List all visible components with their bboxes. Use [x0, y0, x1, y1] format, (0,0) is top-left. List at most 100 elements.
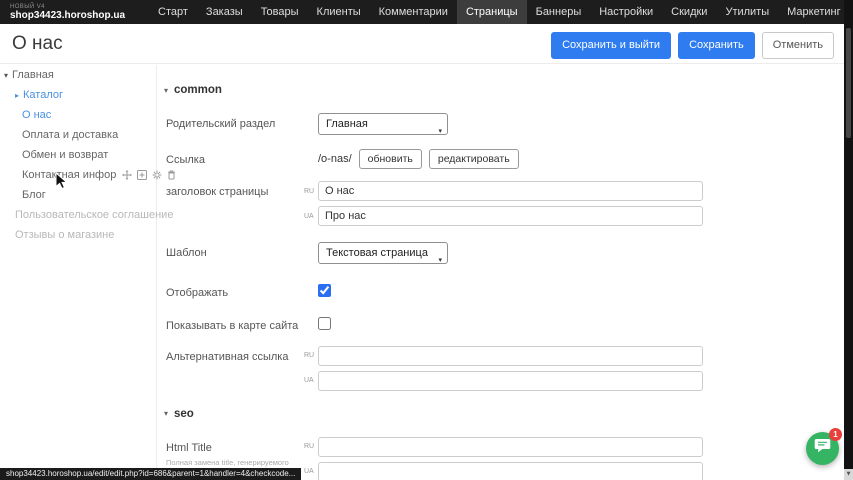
section-title: seo	[174, 408, 194, 420]
lang-ua-label: UA	[304, 213, 315, 220]
field-label: заголовок страницы	[164, 181, 304, 200]
down-arrow-icon: ▼	[847, 472, 851, 477]
tree-item-label: Блог	[22, 189, 46, 201]
settings-gear-icon[interactable]	[152, 170, 162, 180]
tree-item-label: Главная	[12, 69, 54, 81]
alt-link-row: Альтернативная ссылка RU UA	[164, 346, 844, 391]
chat-unread-badge: 1	[829, 428, 842, 441]
tree-item-user-agreement[interactable]: Пользовательское соглашение	[0, 205, 156, 225]
tree-item-label: О нас	[22, 109, 51, 121]
menu-item-pages[interactable]: Страницы	[457, 0, 527, 24]
parent-section-select[interactable]: Главная ▾	[318, 113, 448, 135]
sitemap-row: Показывать в карте сайта	[164, 315, 844, 334]
lang-ua-label: UA	[304, 468, 315, 475]
url-row: Ссылка /o-nas/ обновить редактировать	[164, 149, 844, 169]
field-label: Ссылка	[164, 149, 304, 168]
delete-trash-icon[interactable]	[167, 170, 176, 180]
chevron-right-icon[interactable]: ▸	[15, 91, 19, 100]
scrollbar-down-button[interactable]: ▼	[844, 469, 853, 480]
logo-version-tag: НОВЫЙ V4	[10, 4, 125, 10]
edit-url-button[interactable]: редактировать	[429, 149, 519, 169]
move-icon[interactable]	[122, 170, 132, 180]
tree-item-label: Обмен и возврат	[22, 149, 108, 161]
field-label: Альтернативная ссылка	[164, 346, 304, 365]
select-value: Текстовая страница	[326, 247, 428, 259]
tree-item-label: Каталог	[23, 89, 63, 101]
page-title-ua-input[interactable]	[318, 206, 703, 226]
tree-item-about-selected[interactable]: О нас	[0, 105, 156, 125]
field-label: Показывать в карте сайта	[164, 315, 304, 334]
select-value: Главная	[326, 118, 368, 130]
tree-item-label: Контактная инфор	[22, 169, 116, 181]
browser-status-url: shop34423.horoshop.ua/edit/edit.php?id=6…	[0, 468, 301, 480]
menu-item-products[interactable]: Товары	[252, 0, 308, 24]
tree-item-label: Оплата и доставка	[22, 129, 118, 141]
lang-ru-label: RU	[304, 443, 315, 450]
menu-item-orders[interactable]: Заказы	[197, 0, 252, 24]
main-menu: Старт Заказы Товары Клиенты Комментарии …	[149, 0, 853, 24]
alt-link-ua-input[interactable]	[318, 371, 703, 391]
menu-item-start[interactable]: Старт	[149, 0, 197, 24]
field-label: Отображать	[164, 282, 304, 301]
page-edit-form: ▾ common Родительский раздел Главная ▾ С…	[158, 65, 844, 480]
chat-widget-button[interactable]: 1	[806, 432, 839, 465]
chevron-down-icon[interactable]: ▾	[4, 71, 8, 80]
tree-item-payment-delivery[interactable]: Оплата и доставка	[0, 125, 156, 145]
page-header: О нас Сохранить и выйти Сохранить Отмени…	[0, 24, 844, 64]
chat-icon	[814, 438, 831, 459]
page-title-ru-input[interactable]	[318, 181, 703, 201]
menu-item-comments[interactable]: Комментарии	[370, 0, 457, 24]
menu-item-discounts[interactable]: Скидки	[662, 0, 716, 24]
template-select[interactable]: Текстовая страница ▾	[318, 242, 448, 264]
page-title-row: заголовок страницы RU UA	[164, 181, 844, 226]
display-checkbox[interactable]	[318, 284, 331, 297]
lang-ru-label: RU	[304, 188, 315, 195]
section-common[interactable]: ▾ common	[164, 83, 844, 97]
section-title: common	[174, 84, 222, 96]
sitemap-checkbox[interactable]	[318, 317, 331, 330]
menu-item-clients[interactable]: Клиенты	[308, 0, 370, 24]
pages-tree-sidebar: ▾ Главная ▸ Каталог О нас Оплата и доста…	[0, 65, 157, 480]
tree-item-hover-actions	[122, 170, 176, 180]
tree-item-contact-info[interactable]: Контактная инфор	[0, 165, 156, 185]
display-row: Отображать	[164, 282, 844, 301]
logo[interactable]: НОВЫЙ V4 shop34423.horoshop.ua	[10, 4, 125, 21]
topbar: НОВЫЙ V4 shop34423.horoshop.ua Старт Зак…	[0, 0, 853, 24]
browser-scrollbar-track[interactable]: ▼	[844, 0, 853, 480]
menu-item-utilities[interactable]: Утилиты	[716, 0, 778, 24]
html-title-ua-input[interactable]	[318, 462, 703, 480]
cancel-button[interactable]: Отменить	[762, 32, 834, 59]
chevron-down-icon[interactable]: ▾	[164, 409, 168, 418]
template-row: Шаблон Текстовая страница ▾	[164, 242, 844, 264]
parent-section-row: Родительский раздел Главная ▾	[164, 113, 844, 135]
header-buttons: Сохранить и выйти Сохранить Отменить	[551, 32, 834, 59]
field-label: Html Title Полная замена title, генериру…	[164, 437, 304, 468]
page-url-value: /o-nas/	[318, 149, 352, 169]
refresh-url-button[interactable]: обновить	[359, 149, 422, 169]
menu-item-marketing[interactable]: Маркетинг	[778, 0, 849, 24]
tree-item-home[interactable]: ▾ Главная	[0, 65, 156, 85]
shop-domain: shop34423.horoshop.ua	[10, 11, 125, 21]
tree-item-label: Отзывы о магазине	[15, 229, 114, 241]
tree-item-catalog[interactable]: ▸ Каталог	[0, 85, 156, 105]
scrollbar-thumb[interactable]	[846, 28, 851, 138]
menu-item-settings[interactable]: Настройки	[590, 0, 662, 24]
chevron-down-icon[interactable]: ▾	[164, 86, 168, 95]
tree-item-exchange-return[interactable]: Обмен и возврат	[0, 145, 156, 165]
field-hint: Полная замена title, генерируемого	[166, 458, 304, 467]
add-page-icon[interactable]	[137, 170, 147, 180]
tree-item-blog[interactable]: Блог	[0, 185, 156, 205]
tree-item-label: Пользовательское соглашение	[15, 209, 173, 221]
lang-ua-label: UA	[304, 377, 315, 384]
menu-item-banners[interactable]: Баннеры	[527, 0, 591, 24]
section-seo[interactable]: ▾ seo	[164, 407, 844, 421]
save-button[interactable]: Сохранить	[678, 32, 755, 59]
tree-item-store-reviews[interactable]: Отзывы о магазине	[0, 225, 156, 245]
alt-link-ru-input[interactable]	[318, 346, 703, 366]
lang-ru-label: RU	[304, 352, 315, 359]
html-title-ru-input[interactable]	[318, 437, 703, 457]
chevron-down-icon: ▾	[438, 250, 442, 264]
chevron-down-icon: ▾	[438, 121, 442, 135]
save-and-exit-button[interactable]: Сохранить и выйти	[551, 32, 671, 59]
field-label: Шаблон	[164, 242, 304, 261]
